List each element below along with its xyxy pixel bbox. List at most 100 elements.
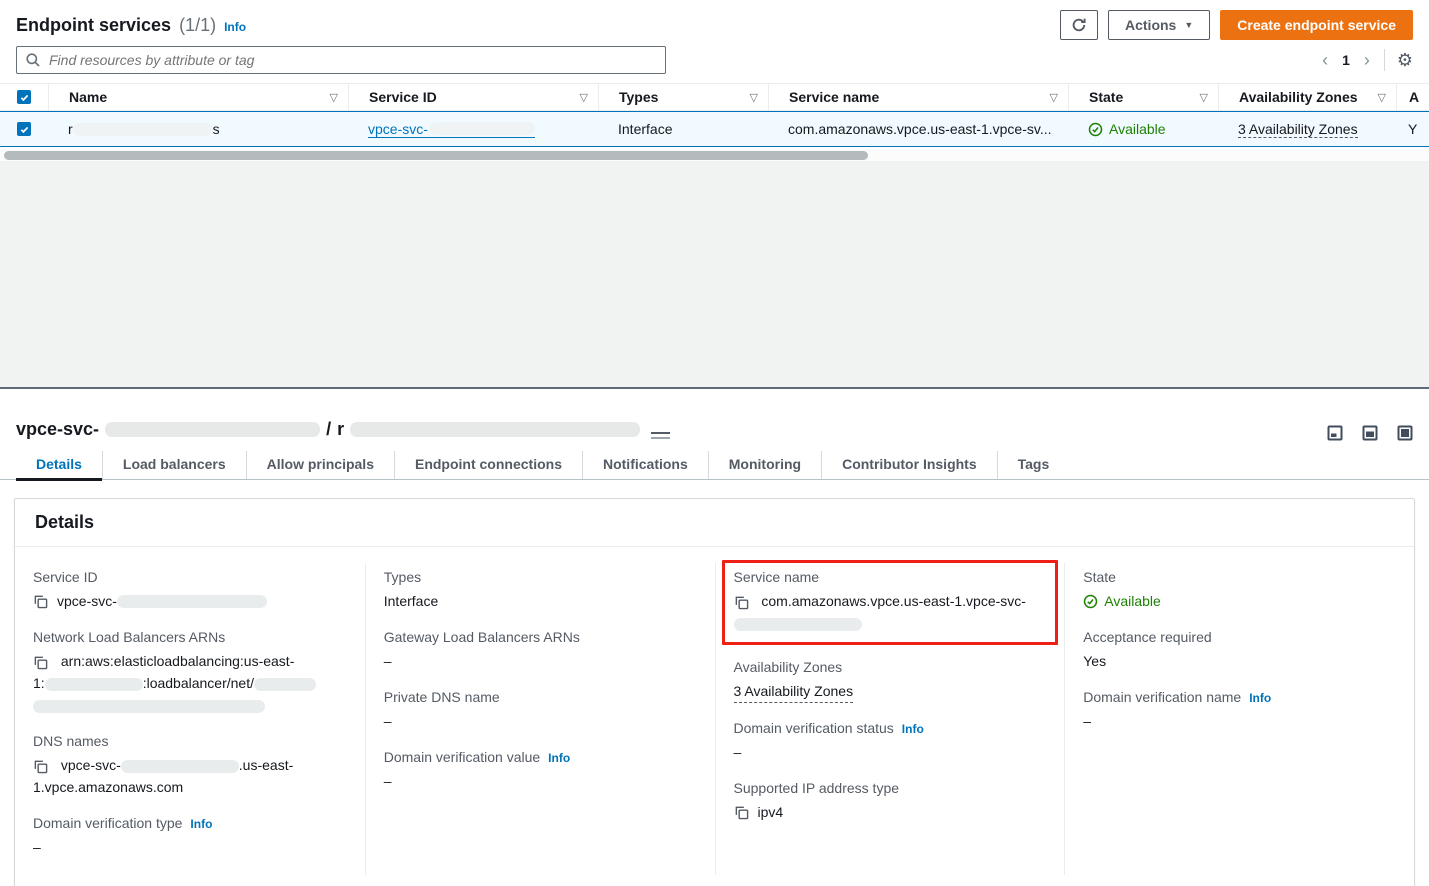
tab-load-balancers[interactable]: Load balancers	[102, 451, 246, 479]
panel-title: vpce-svc- / r	[16, 419, 1413, 440]
field-domain-verification-type: Domain verification type Info –	[33, 815, 345, 858]
actions-button[interactable]: Actions ▼	[1108, 10, 1210, 40]
details-card: Details Service ID vpce-svc- Network Loa…	[14, 498, 1415, 886]
divider	[1384, 49, 1385, 71]
preferences-gear-icon[interactable]: ⚙	[1397, 51, 1413, 69]
copy-icon[interactable]	[734, 805, 749, 820]
tab-notifications[interactable]: Notifications	[582, 451, 708, 479]
tab-contributor-insights[interactable]: Contributor Insights	[821, 451, 997, 479]
header-info-link[interactable]: Info	[224, 20, 246, 34]
redacted-text	[105, 422, 320, 437]
redacted-text	[430, 122, 535, 135]
select-all-cell	[0, 84, 48, 110]
card-title: Details	[15, 499, 1414, 547]
panel-layout-controls	[1327, 425, 1413, 441]
cell-service-name: com.amazonaws.vpce.us-east-1.vpce-sv...	[768, 121, 1068, 137]
field-domain-verification-value: Domain verification value Info –	[384, 749, 695, 792]
next-page-button[interactable]: ›	[1362, 51, 1372, 69]
sort-icon: ▽	[580, 91, 588, 104]
sort-icon: ▽	[750, 91, 758, 104]
info-link[interactable]: Info	[902, 722, 924, 736]
field-domain-verification-status: Domain verification status Info –	[734, 720, 1045, 763]
column-header-availability-zones[interactable]: Availability Zones▽	[1218, 84, 1396, 110]
previous-page-button[interactable]: ‹	[1320, 51, 1330, 69]
redacted-text	[45, 678, 143, 691]
content-background	[0, 161, 1429, 389]
status-badge: Available	[1083, 590, 1161, 612]
refresh-button[interactable]	[1060, 10, 1098, 40]
endpoint-services-list-section: Endpoint services (1/1) Info Actions ▼ C…	[0, 0, 1429, 161]
create-endpoint-service-button[interactable]: Create endpoint service	[1220, 10, 1413, 40]
column-header-name[interactable]: Name▽	[48, 84, 348, 110]
sort-icon: ▽	[330, 91, 338, 104]
copy-icon[interactable]	[33, 655, 48, 670]
tab-allow-principals[interactable]: Allow principals	[246, 451, 394, 479]
page-header: Endpoint services (1/1) Info Actions ▼ C…	[0, 0, 1429, 40]
sort-icon: ▽	[1200, 91, 1208, 104]
field-domain-verification-name: Domain verification name Info –	[1083, 689, 1394, 732]
panel-resize-handle[interactable]	[651, 432, 670, 442]
service-id-link[interactable]: vpce-svc-	[368, 121, 535, 138]
split-panel: vpce-svc- / r Details Load balancers All…	[0, 419, 1429, 886]
column-header-acceptance[interactable]: A	[1396, 84, 1429, 110]
field-dns-names: DNS names vpce-svc-.us-east- 1.vpce.amaz…	[33, 733, 345, 798]
field-availability-zones: Availability Zones 3 Availability Zones	[734, 659, 1045, 703]
details-column-3: Service name com.amazonaws.vpce.us-east-…	[715, 563, 1065, 875]
panel-position-half-icon[interactable]	[1362, 425, 1378, 441]
cell-name: r s	[48, 121, 348, 137]
copy-icon[interactable]	[734, 595, 749, 610]
row-checkbox[interactable]	[17, 122, 31, 136]
cell-acceptance: Y	[1396, 121, 1429, 137]
search-box	[16, 46, 666, 74]
panel-position-bottom-icon[interactable]	[1327, 425, 1343, 441]
info-link[interactable]: Info	[548, 751, 570, 765]
field-nlb-arns: Network Load Balancers ARNs arn:aws:elas…	[33, 629, 345, 716]
details-column-4: State Available Acceptance required Yes …	[1064, 563, 1414, 875]
info-link[interactable]: Info	[190, 817, 212, 831]
field-service-name-highlighted: Service name com.amazonaws.vpce.us-east-…	[722, 560, 1059, 645]
field-private-dns-name: Private DNS name –	[384, 689, 695, 732]
chevron-down-icon: ▼	[1184, 21, 1193, 30]
field-state: State Available	[1083, 569, 1394, 612]
redacted-text	[734, 618, 862, 631]
column-header-types[interactable]: Types▽	[598, 84, 768, 110]
tab-monitoring[interactable]: Monitoring	[708, 451, 821, 479]
pagination: ‹ 1 › ⚙	[1320, 49, 1413, 71]
redacted-text	[117, 595, 267, 608]
table-row[interactable]: r s vpce-svc- Interface com.amazonaws.vp…	[0, 111, 1429, 147]
column-header-state[interactable]: State▽	[1068, 84, 1218, 110]
endpoint-services-table: Name▽ Service ID▽ Types▽ Service name▽ S…	[0, 83, 1429, 161]
details-column-2: Types Interface Gateway Load Balancers A…	[365, 563, 715, 875]
redacted-text	[254, 678, 316, 691]
page-number[interactable]: 1	[1342, 52, 1350, 68]
tab-details[interactable]: Details	[16, 451, 102, 479]
table-header-row: Name▽ Service ID▽ Types▽ Service name▽ S…	[0, 83, 1429, 111]
copy-icon[interactable]	[33, 759, 48, 774]
scrollbar-thumb[interactable]	[4, 151, 868, 160]
search-input[interactable]	[16, 46, 666, 74]
column-header-service-id[interactable]: Service ID▽	[348, 84, 598, 110]
redacted-text	[121, 760, 239, 773]
availability-zones-link[interactable]: 3 Availability Zones	[1238, 121, 1358, 138]
horizontal-scrollbar	[0, 150, 1429, 161]
copy-icon[interactable]	[33, 594, 48, 609]
resource-count: (1/1)	[179, 15, 216, 36]
list-toolbar: ‹ 1 › ⚙	[16, 46, 1413, 74]
page-title: Endpoint services	[16, 15, 171, 36]
panel-position-full-icon[interactable]	[1397, 425, 1413, 441]
status-badge: Available	[1088, 121, 1166, 137]
field-service-id: Service ID vpce-svc-	[33, 569, 345, 612]
column-header-service-name[interactable]: Service name▽	[768, 84, 1068, 110]
redacted-text	[350, 422, 640, 437]
tab-tags[interactable]: Tags	[997, 451, 1070, 479]
panel-tabs: Details Load balancers Allow principals …	[0, 451, 1429, 480]
availability-zones-link[interactable]: 3 Availability Zones	[734, 680, 854, 703]
info-link[interactable]: Info	[1249, 691, 1271, 705]
check-circle-icon	[1088, 122, 1103, 137]
tab-endpoint-connections[interactable]: Endpoint connections	[394, 451, 582, 479]
field-types: Types Interface	[384, 569, 695, 612]
cell-types: Interface	[598, 121, 768, 137]
select-all-checkbox[interactable]	[17, 90, 31, 104]
refresh-icon	[1071, 17, 1087, 33]
redacted-text	[73, 123, 213, 136]
